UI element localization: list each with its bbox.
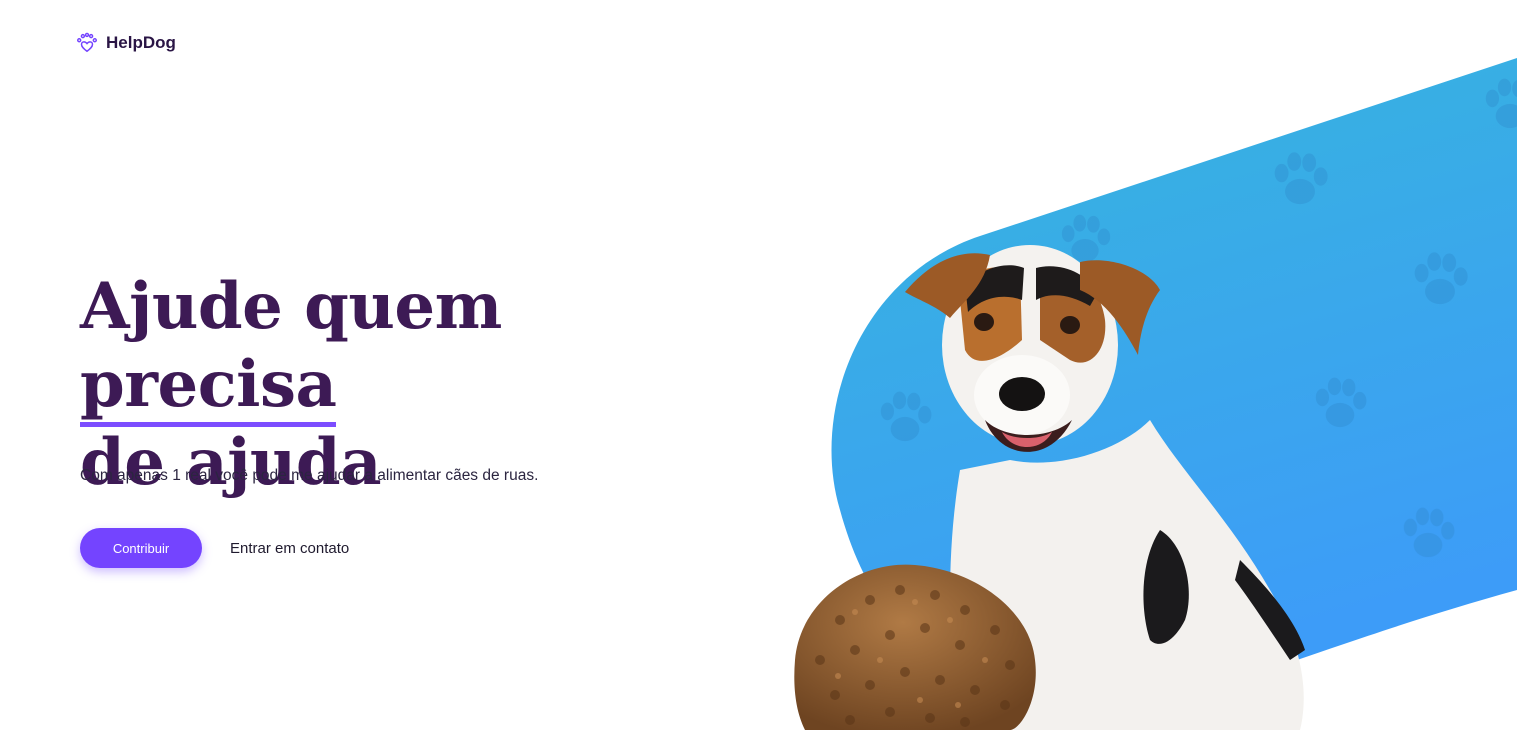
contribute-button[interactable]: Contribuir	[80, 528, 202, 568]
paw-print-icon	[880, 391, 932, 442]
landing-page: HelpDog Ajude quem precisa de ajuda Com a…	[0, 0, 1517, 730]
hero-actions: Contribuir Entrar em contato	[80, 528, 349, 568]
brand-name: HelpDog	[106, 33, 176, 52]
paw-heart-icon	[77, 32, 97, 53]
hero-subtitle: Com apenas 1 real você pode me ajudar a …	[80, 467, 539, 484]
paw-print-icon	[1403, 507, 1455, 558]
hero-title-highlight: precisa	[80, 347, 337, 427]
paw-print-icon	[1315, 377, 1367, 428]
paw-print-icon	[1061, 214, 1111, 263]
paw-print-icon	[1274, 152, 1328, 205]
brand-logo[interactable]: HelpDog	[76, 32, 176, 54]
blue-background-shape	[831, 58, 1517, 711]
hero-title-start: Ajude quem	[80, 269, 502, 344]
dog-photo	[905, 245, 1305, 730]
kibble-pile	[794, 564, 1036, 730]
paw-pattern	[880, 78, 1517, 558]
paw-print-icon	[1485, 78, 1517, 129]
paw-print-icon	[1414, 252, 1468, 305]
contact-link[interactable]: Entrar em contato	[230, 540, 349, 557]
hero-title-end: de ajuda	[80, 425, 382, 500]
